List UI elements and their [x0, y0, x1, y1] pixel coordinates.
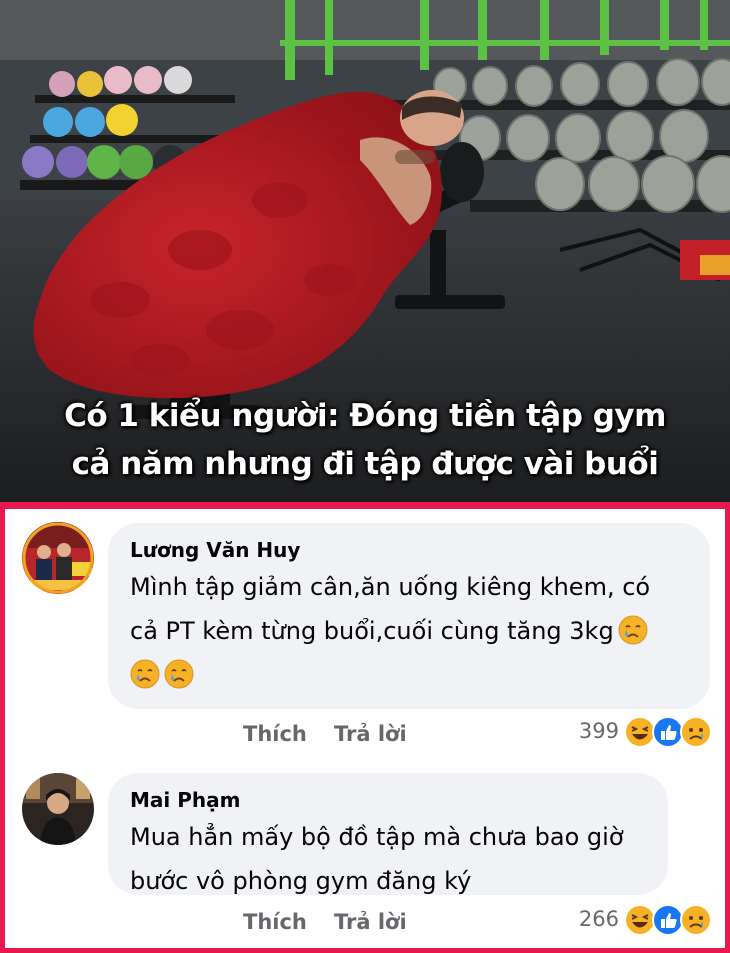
- sad-icon: [679, 715, 713, 749]
- avatar-image: [22, 522, 94, 594]
- reactions-summary[interactable]: 266: [515, 903, 715, 937]
- meme-caption: Có 1 kiểu người: Đóng tiền tập gym cả nă…: [0, 392, 730, 488]
- reaction-icons: [623, 903, 715, 937]
- sad-icon: [679, 903, 713, 937]
- reaction-count: 399: [578, 719, 619, 743]
- like-link[interactable]: Thích: [243, 910, 307, 934]
- reactions-summary[interactable]: 399: [515, 715, 715, 749]
- like-link[interactable]: Thích: [243, 722, 307, 746]
- comment-author[interactable]: Mai Phạm: [130, 787, 646, 813]
- reply-link[interactable]: Trả lời: [334, 910, 407, 934]
- comment-bubble: Lương Văn Huy Mình tập giảm cân,ăn uống …: [108, 523, 710, 709]
- avatar-image: [22, 773, 94, 845]
- avatar[interactable]: [22, 522, 94, 594]
- caption-line-1: Có 1 kiểu người: Đóng tiền tập gym: [64, 398, 666, 434]
- reaction-count: 266: [578, 907, 619, 931]
- comment-text-line: Mua hẳn mấy bộ đồ tập mà chưa bao giờ: [130, 823, 624, 851]
- crying-face-emoji: [164, 659, 194, 689]
- comment-bubble: Mai Phạm Mua hẳn mấy bộ đồ tập mà chưa b…: [108, 773, 668, 895]
- comment-text: Mua hẳn mấy bộ đồ tập mà chưa bao giờ bư…: [130, 815, 646, 903]
- comment-text-line: bước vô phòng gym đăng ký: [130, 867, 472, 895]
- crying-face-emoji: [618, 615, 648, 645]
- comment-text-line: Mình tập giảm cân,ăn uống kiêng khem, có: [130, 573, 651, 601]
- reply-link[interactable]: Trả lời: [334, 722, 407, 746]
- avatar[interactable]: [22, 773, 94, 845]
- comment-text: Mình tập giảm cân,ăn uống kiêng khem, có…: [130, 565, 688, 697]
- comment-author[interactable]: Lương Văn Huy: [130, 537, 688, 563]
- comment-text-line: cả PT kèm từng buổi,cuối cùng tăng 3kg: [130, 617, 614, 645]
- caption-line-2: cả năm nhưng đi tập được vài buổi: [71, 446, 659, 482]
- comments-panel: Lương Văn Huy Mình tập giảm cân,ăn uống …: [0, 502, 730, 953]
- emoji-line: [126, 653, 688, 697]
- meme-photo: Có 1 kiểu người: Đóng tiền tập gym cả nă…: [0, 0, 730, 502]
- reaction-icons: [623, 715, 715, 749]
- comment-text-line-with-emoji: cả PT kèm từng buổi,cuối cùng tăng 3kg: [130, 609, 688, 653]
- crying-face-emoji: [130, 659, 160, 689]
